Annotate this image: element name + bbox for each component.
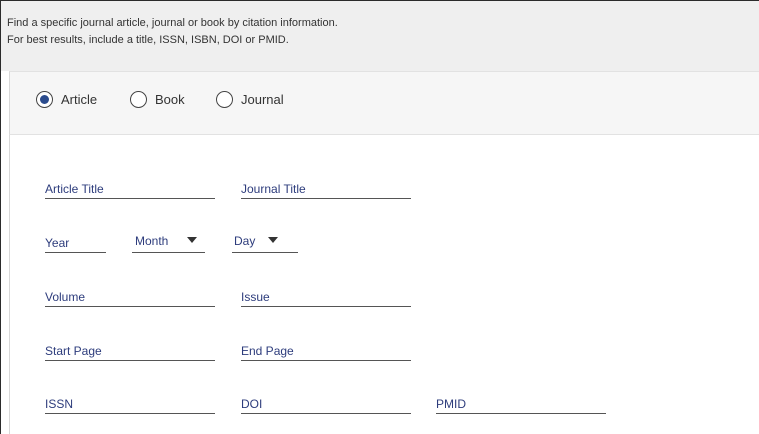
article-title-field[interactable]: Article Title [45, 177, 215, 199]
volume-field[interactable]: Volume [45, 285, 215, 307]
radio-journal[interactable]: Journal [216, 91, 284, 108]
intro-text-line-2: For best results, include a title, ISSN,… [7, 34, 289, 46]
volume-label: Volume [45, 290, 86, 304]
article-title-label: Article Title [45, 182, 104, 196]
radio-book[interactable]: Book [130, 91, 185, 108]
radio-unselected-icon [216, 91, 233, 108]
intro-panel: Find a specific journal article, journal… [1, 1, 759, 71]
radio-article-label: Article [61, 92, 98, 107]
month-label: Month [135, 234, 169, 248]
day-select[interactable]: Day [232, 231, 298, 253]
citation-type-bar [9, 71, 759, 135]
radio-journal-label: Journal [241, 92, 284, 107]
end-page-label: End Page [241, 344, 294, 358]
year-field[interactable]: Year [45, 231, 106, 253]
pmid-field[interactable]: PMID [436, 392, 606, 414]
issn-field[interactable]: ISSN [45, 392, 215, 414]
start-page-label: Start Page [45, 344, 102, 358]
radio-selected-icon [36, 91, 53, 108]
journal-title-label: Journal Title [241, 182, 306, 196]
intro-text-line-1: Find a specific journal article, journal… [7, 17, 338, 29]
radio-article[interactable]: Article [36, 91, 97, 108]
journal-title-field[interactable]: Journal Title [241, 177, 411, 199]
radio-dot-icon [40, 95, 49, 104]
year-label: Year [45, 236, 70, 250]
pmid-label: PMID [436, 397, 466, 411]
day-label: Day [234, 234, 256, 248]
month-select[interactable]: Month [132, 231, 205, 253]
radio-book-label: Book [155, 92, 185, 107]
start-page-field[interactable]: Start Page [45, 339, 215, 361]
radio-unselected-icon [130, 91, 147, 108]
issue-label: Issue [241, 290, 270, 304]
doi-label: DOI [241, 397, 263, 411]
issn-label: ISSN [45, 397, 74, 411]
end-page-field[interactable]: End Page [241, 339, 411, 361]
doi-field[interactable]: DOI [241, 392, 411, 414]
chevron-down-icon [268, 237, 278, 243]
chevron-down-icon [187, 237, 197, 243]
issue-field[interactable]: Issue [241, 285, 411, 307]
